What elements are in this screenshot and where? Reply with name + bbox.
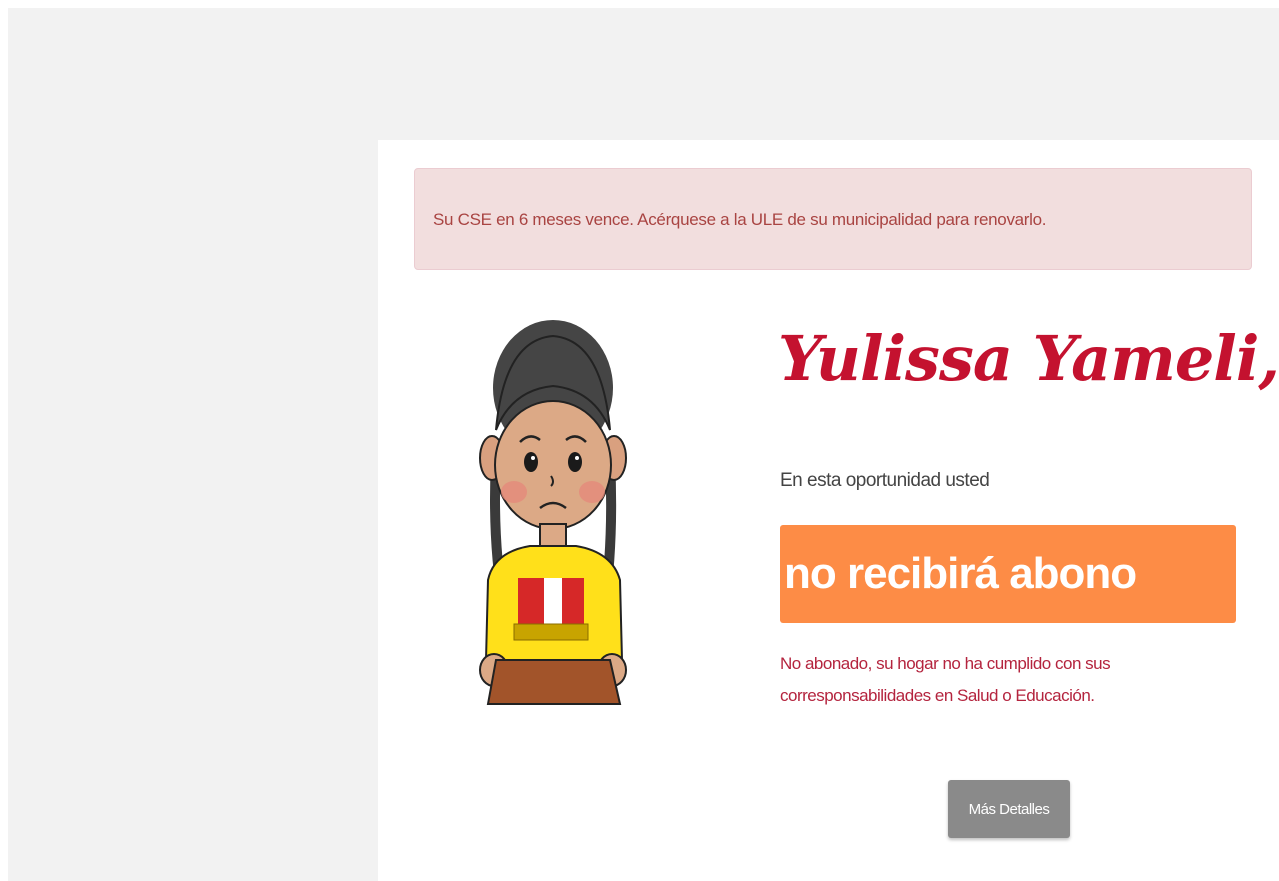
sad-girl-illustration [474,310,634,710]
more-details-button[interactable]: Más Detalles [948,780,1070,838]
content-panel: Su CSE en 6 meses vence. Acérquese a la … [378,140,1279,881]
page: Su CSE en 6 meses vence. Acérquese a la … [0,0,1279,881]
alert-message: Su CSE en 6 meses vence. Acérquese a la … [433,210,1047,229]
expiration-alert: Su CSE en 6 meses vence. Acérquese a la … [414,168,1252,270]
beneficiary-name: Yulissa Yameli, [778,322,1279,395]
payment-status-reason: No abonado, su hogar no ha cumplido con … [780,654,1111,705]
payment-status-text: no recibirá abono [784,549,1137,598]
intro-text: En esta oportunidad usted [780,470,990,491]
payment-status-banner: no recibirá abono [780,525,1236,623]
